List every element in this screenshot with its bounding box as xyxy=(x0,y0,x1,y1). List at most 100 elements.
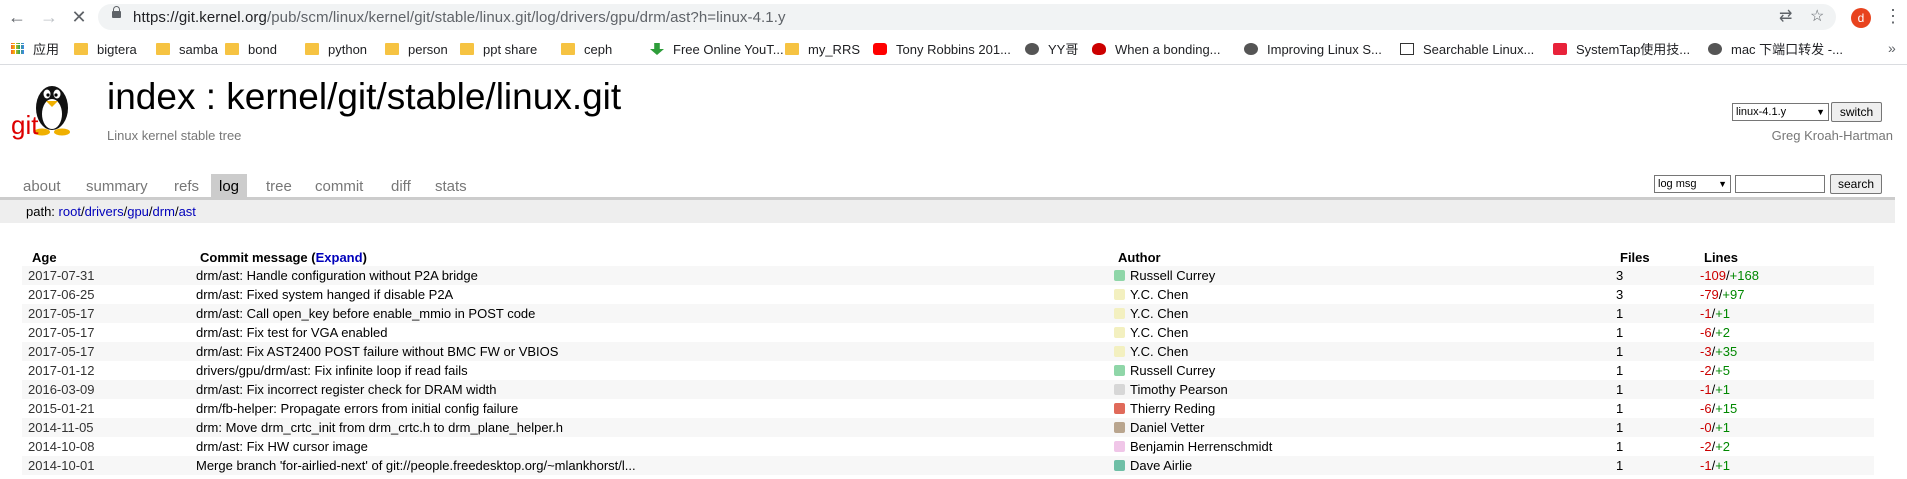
bookmark-item[interactable]: 应用 xyxy=(10,42,59,58)
table-row[interactable]: 2017-06-25 drm/ast: Fixed system hanged i… xyxy=(22,285,1874,304)
chevron-down-icon: ▼ xyxy=(1816,107,1825,117)
forward-icon[interactable]: → xyxy=(38,6,60,28)
files-changed: 1 xyxy=(1616,401,1624,416)
bookmark-item[interactable]: Tony Robbins 201... xyxy=(873,42,1011,58)
bookmark-star-icon[interactable]: ☆ xyxy=(1810,8,1824,26)
bookmark-item[interactable]: bond xyxy=(225,42,277,58)
tab-diff[interactable]: diff xyxy=(383,177,419,197)
files-changed: 1 xyxy=(1616,420,1624,435)
commit-message[interactable]: drm/fb-helper: Propagate errors from ini… xyxy=(196,401,518,416)
bookmark-label: Searchable Linux... xyxy=(1423,42,1535,57)
commit-message[interactable]: drm: Move drm_crtc_init from drm_crtc.h … xyxy=(196,420,563,435)
lines-added: +15 xyxy=(1715,401,1738,416)
expand-link[interactable]: Expand xyxy=(316,250,363,265)
tab-stats[interactable]: stats xyxy=(427,177,475,197)
tab-log[interactable]: log xyxy=(211,174,248,197)
bookmark-item[interactable]: python xyxy=(305,42,367,58)
table-row[interactable]: 2014-11-05 drm: Move drm_crtc_init from d… xyxy=(22,418,1874,437)
commit-message[interactable]: drm/ast: Handle configuration without P2… xyxy=(196,268,478,283)
tab-refs[interactable]: refs xyxy=(166,177,207,197)
address-bar[interactable]: https://git.kernel.org/pub/scm/linux/ker… xyxy=(98,4,1836,30)
table-row[interactable]: 2015-01-21 drm/fb-helper: Propagate error… xyxy=(22,399,1874,418)
path-segment-drm[interactable]: drm xyxy=(153,204,175,219)
browser-menu-icon[interactable]: ⋮ xyxy=(1884,6,1902,26)
table-row[interactable]: 2014-10-01 Merge branch 'for-airlied-next… xyxy=(22,456,1874,475)
bookmark-item[interactable]: Searchable Linux... xyxy=(1400,42,1534,58)
url-text[interactable]: https://git.kernel.org/pub/scm/linux/ker… xyxy=(133,9,786,26)
commit-age: 2015-01-21 xyxy=(28,401,95,416)
lines-deleted: -3 xyxy=(1700,344,1712,359)
bookmark-item[interactable]: When a bonding... xyxy=(1092,42,1221,58)
table-row[interactable]: 2017-05-17 drm/ast: Fix AST2400 POST fail… xyxy=(22,342,1874,361)
commit-message[interactable]: drm/ast: Call open_key before enable_mmi… xyxy=(196,306,535,321)
commit-message[interactable]: drm/ast: Fix test for VGA enabled xyxy=(196,325,387,340)
bookmark-item[interactable]: person xyxy=(385,42,448,58)
youtube-icon xyxy=(873,43,887,55)
bookmark-item[interactable]: my_RRS xyxy=(785,42,860,58)
lines-added: +97 xyxy=(1722,287,1745,302)
table-row[interactable]: 2017-07-31 drm/ast: Handle configuration … xyxy=(22,266,1874,285)
lines-deleted: -6 xyxy=(1700,401,1712,416)
switch-button[interactable]: switch xyxy=(1831,102,1882,122)
commit-message[interactable]: drm/ast: Fix AST2400 POST failure withou… xyxy=(196,344,558,359)
commit-message[interactable]: drm/ast: Fixed system hanged if disable … xyxy=(196,287,453,302)
commit-age: 2017-05-17 xyxy=(28,344,95,359)
table-row[interactable]: 2016-03-09 drm/ast: Fix incorrect registe… xyxy=(22,380,1874,399)
profile-avatar[interactable]: d xyxy=(1851,8,1871,28)
commit-author: Y.C. Chen xyxy=(1130,325,1189,340)
tab-summary[interactable]: summary xyxy=(78,177,156,197)
stop-icon[interactable]: ✕ xyxy=(68,6,90,28)
tab-tree[interactable]: tree xyxy=(258,177,300,197)
search-type-select[interactable]: log msg ▼ xyxy=(1654,175,1731,193)
lines-deleted: -109 xyxy=(1700,268,1727,283)
bookmark-item[interactable]: ceph xyxy=(561,42,612,58)
commit-message[interactable]: drm/ast: Fix HW cursor image xyxy=(196,439,368,454)
repo-title[interactable]: index : kernel/git/stable/linux.git xyxy=(107,76,621,118)
commit-message[interactable]: drm/ast: Fix incorrect register check fo… xyxy=(196,382,497,397)
table-row[interactable]: 2014-10-08 drm/ast: Fix HW cursor image Be… xyxy=(22,437,1874,456)
lines-changed: -1/+1 xyxy=(1700,458,1731,473)
commit-age: 2014-10-01 xyxy=(28,458,95,473)
bookmark-item[interactable]: ppt share xyxy=(460,42,537,58)
lines-changed: -3/+35 xyxy=(1700,344,1738,359)
lines-added: +1 xyxy=(1715,306,1731,321)
bookmark-item[interactable]: mac 下端口转发 -... xyxy=(1708,42,1843,58)
commit-age: 2017-05-17 xyxy=(28,306,95,321)
bookmark-item[interactable]: bigtera xyxy=(74,42,137,58)
bookmark-label: ceph xyxy=(584,42,613,57)
bookmark-label: YY哥 xyxy=(1048,42,1079,57)
search-button[interactable]: search xyxy=(1830,174,1882,194)
path-segment-gpu[interactable]: gpu xyxy=(127,204,149,219)
table-row[interactable]: 2017-01-12 drivers/gpu/drm/ast: Fix infin… xyxy=(22,361,1874,380)
commit-message[interactable]: drivers/gpu/drm/ast: Fix infinite loop i… xyxy=(196,363,468,378)
path-segment-drivers[interactable]: drivers xyxy=(85,204,124,219)
lock-icon xyxy=(112,6,121,18)
commit-age: 2017-06-25 xyxy=(28,287,95,302)
translate-icon[interactable]: ⇄ xyxy=(1779,8,1792,26)
path-segment-root[interactable]: root xyxy=(59,204,81,219)
tab-about[interactable]: about xyxy=(15,177,69,197)
table-row[interactable]: 2017-05-17 drm/ast: Call open_key before … xyxy=(22,304,1874,323)
bookmark-label: samba xyxy=(179,42,219,57)
bookmark-item[interactable]: YY哥 xyxy=(1025,42,1078,58)
back-icon[interactable]: ← xyxy=(6,6,28,28)
files-changed: 1 xyxy=(1616,306,1624,321)
bookmark-item[interactable]: SystemTap使用技... xyxy=(1553,42,1690,58)
commit-message[interactable]: Merge branch 'for-airlied-next' of git:/… xyxy=(196,458,636,473)
bookmark-item[interactable]: samba xyxy=(156,42,218,58)
git-tux-logo[interactable]: git xyxy=(8,74,84,144)
lines-deleted: -1 xyxy=(1700,458,1712,473)
more-bookmarks-icon[interactable]: » xyxy=(1888,40,1896,56)
folder-icon xyxy=(785,43,799,55)
lines-changed: -6/+15 xyxy=(1700,401,1738,416)
table-row[interactable]: 2017-05-17 drm/ast: Fix test for VGA enab… xyxy=(22,323,1874,342)
search-input[interactable] xyxy=(1735,175,1825,193)
branch-select[interactable]: linux-4.1.y ▼ xyxy=(1732,103,1829,121)
files-changed: 3 xyxy=(1616,268,1624,283)
bookmark-item[interactable]: Free Online YouT... xyxy=(650,42,784,58)
path-segment-ast[interactable]: ast xyxy=(179,204,196,219)
tab-commit[interactable]: commit xyxy=(307,177,371,197)
lines-added: +1 xyxy=(1715,458,1731,473)
folder-icon xyxy=(460,43,474,55)
bookmark-item[interactable]: Improving Linux S... xyxy=(1244,42,1382,58)
